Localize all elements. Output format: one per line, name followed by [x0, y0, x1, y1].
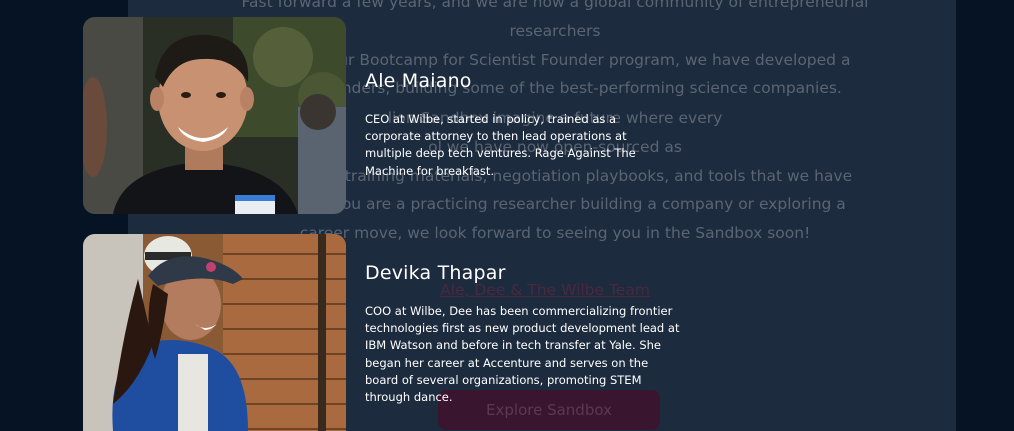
- devika-thapar-photo: [83, 234, 346, 431]
- ale-maiano-photo: [83, 17, 346, 214]
- person-name-2: Devika Thapar: [365, 262, 506, 284]
- person-bio-2: COO at Wilbe, Dee has been commercializi…: [365, 304, 680, 405]
- person-name-1: Ale Maiano: [365, 70, 472, 92]
- person-bio-1: CEO at Wilbe, started in policy, trained…: [365, 112, 636, 178]
